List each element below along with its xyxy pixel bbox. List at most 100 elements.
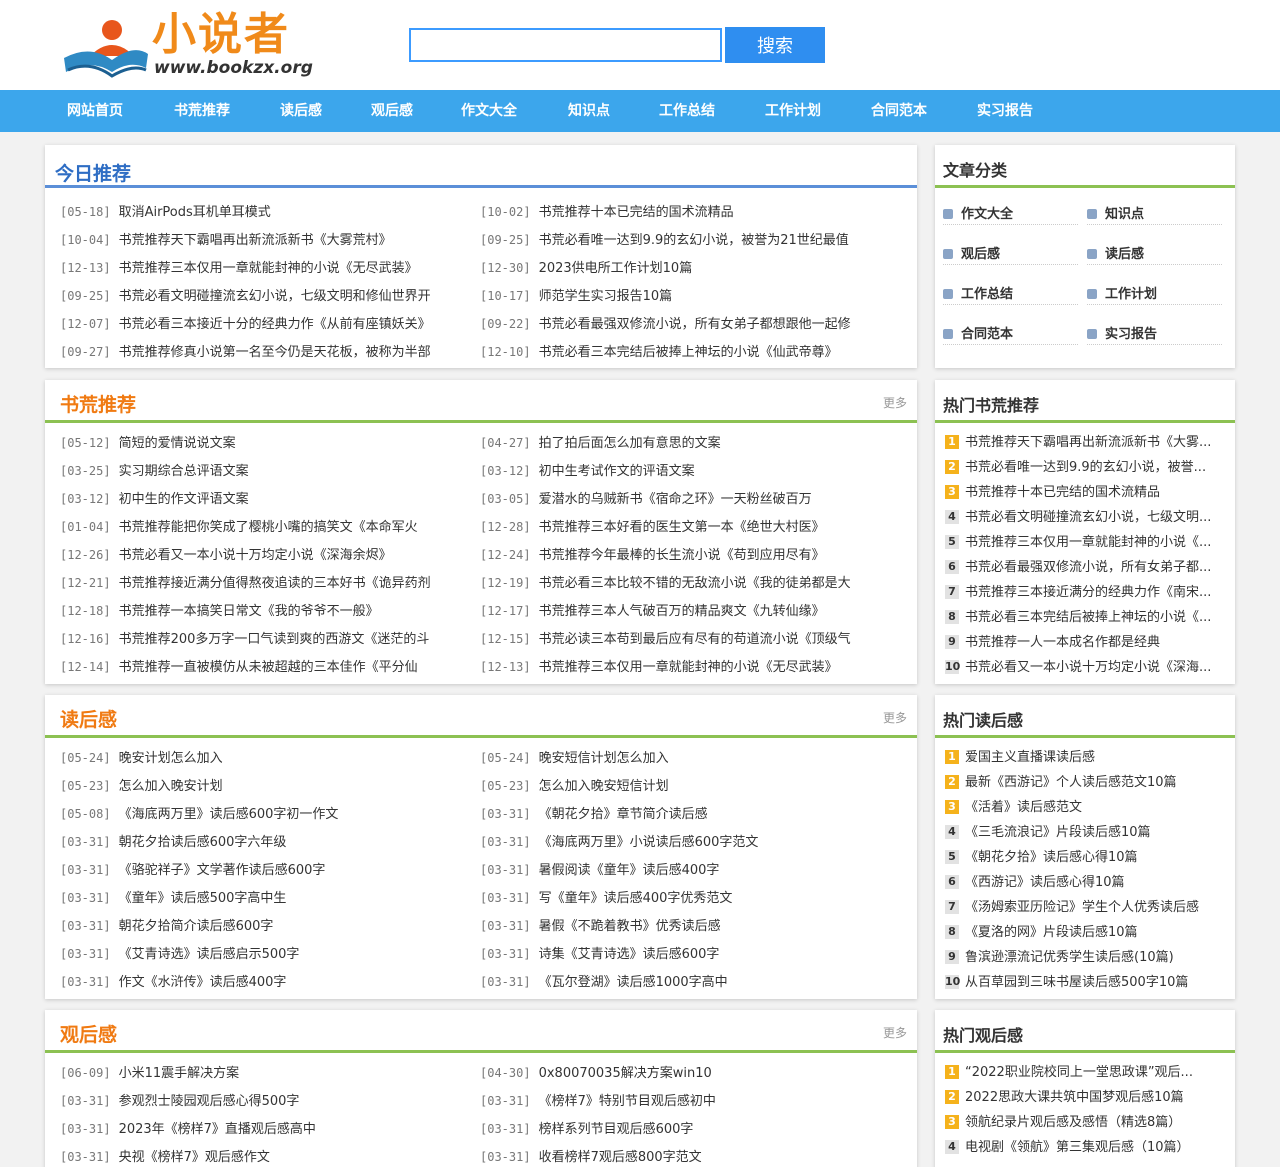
list-item[interactable]: [12-13] 书荒推荐三本仅用一章就能封神的小说《无尽武装》: [480, 658, 905, 676]
rank-item[interactable]: 3 领航纪录片观后感及感悟（精选8篇）: [945, 1114, 1213, 1132]
list-item[interactable]: [03-31] 《榜样7》特别节目观后感初中: [480, 1092, 905, 1110]
rank-item[interactable]: 1 爱国主义直播课读后感: [945, 749, 1213, 767]
list-item[interactable]: [03-31] 诗集《艾青诗选》读后感600字: [480, 945, 905, 963]
list-item[interactable]: [09-25] 书荒必看唯一达到9.9的玄幻小说，被誉为21世纪最值: [480, 231, 905, 249]
category-item[interactable]: 工作计划: [1087, 283, 1222, 305]
list-item[interactable]: [12-17] 书荒推荐三本人气破百万的精品爽文《九转仙缘》: [480, 602, 905, 620]
nav-home[interactable]: 网站首页: [67, 90, 123, 132]
category-item[interactable]: 读后感: [1087, 243, 1222, 265]
list-item[interactable]: [03-05] 爱潜水的乌贼新书《宿命之环》一天粉丝破百万: [480, 490, 905, 508]
list-item[interactable]: [03-31] 暑假阅读《童年》读后感400字: [480, 861, 905, 879]
rank-item[interactable]: 6 书荒必看最强双修流小说，所有女弟子都...: [945, 559, 1213, 577]
nav-shixi[interactable]: 实习报告: [977, 90, 1033, 132]
list-item[interactable]: [10-17] 师范学生实习报告10篇: [480, 287, 905, 305]
list-item[interactable]: [05-23] 怎么加入晚安短信计划: [480, 777, 905, 795]
category-item[interactable]: 合同范本: [943, 323, 1078, 345]
rank-item[interactable]: 8 《夏洛的网》片段读后感10篇: [945, 924, 1213, 942]
list-item[interactable]: [12-21] 书荒推荐接近满分值得熬夜追读的三本好书《诡异药剂: [60, 574, 470, 592]
category-item[interactable]: 作文大全: [943, 203, 1078, 225]
category-item[interactable]: 实习报告: [1087, 323, 1222, 345]
nav-guanhougan[interactable]: 观后感: [371, 90, 413, 132]
list-item[interactable]: [03-31] 朝花夕拾简介读后感600字: [60, 917, 470, 935]
search-button[interactable]: 搜索: [725, 27, 825, 63]
rank-item[interactable]: 9 鲁滨逊漂流记优秀学生读后感(10篇): [945, 949, 1213, 967]
list-item[interactable]: [03-12] 初中生的作文评语文案: [60, 490, 470, 508]
list-item[interactable]: [03-31] 《瓦尔登湖》读后感1000字高中: [480, 973, 905, 991]
list-item[interactable]: [05-23] 怎么加入晚安计划: [60, 777, 470, 795]
list-item[interactable]: [03-31] 《朝花夕拾》章节简介读后感: [480, 805, 905, 823]
list-item[interactable]: [12-10] 书荒必看三本完结后被捧上神坛的小说《仙武帝尊》: [480, 343, 905, 361]
site-logo[interactable]: 小说者 www.bookzx.org: [60, 10, 320, 82]
list-item[interactable]: [06-09] 小米11震手解决方案: [60, 1064, 470, 1082]
list-item[interactable]: [05-18] 取消AirPods耳机单耳模式: [60, 203, 470, 221]
list-item[interactable]: [03-31] 朝花夕拾读后感600字六年级: [60, 833, 470, 851]
list-item[interactable]: [12-30] 2023供电所工作计划10篇: [480, 259, 905, 277]
list-item[interactable]: [03-31] 央视《榜样7》观后感作文: [60, 1148, 470, 1166]
rank-item[interactable]: 4 电视剧《领航》第三集观后感（10篇）: [945, 1139, 1213, 1157]
list-item[interactable]: [03-31] 《海底两万里》小说读后感600字范文: [480, 833, 905, 851]
list-item[interactable]: [09-27] 书荒推荐修真小说第一名至今仍是天花板，被称为半部: [60, 343, 470, 361]
list-item[interactable]: [03-31] 《骆驼祥子》文学著作读后感600字: [60, 861, 470, 879]
list-item[interactable]: [03-31] 作文《水浒传》读后感400字: [60, 973, 470, 991]
list-item[interactable]: [12-26] 书荒必看又一本小说十万均定小说《深海余烬》: [60, 546, 470, 564]
list-item[interactable]: [10-04] 书荒推荐天下霸唱再出新流派新书《大雾荒村》: [60, 231, 470, 249]
list-item[interactable]: [01-04] 书荒推荐能把你笑成了樱桃小嘴的搞笑文《本命军火: [60, 518, 470, 536]
guanhougan-more-link[interactable]: 更多: [883, 1024, 907, 1041]
list-item[interactable]: [09-25] 书荒必看文明碰撞流玄幻小说，七级文明和修仙世界开: [60, 287, 470, 305]
nav-gongzuozongjie[interactable]: 工作总结: [659, 90, 715, 132]
category-item[interactable]: 观后感: [943, 243, 1078, 265]
rank-item[interactable]: 7 书荒推荐三本接近满分的经典力作《南宋...: [945, 584, 1213, 602]
list-item[interactable]: [12-14] 书荒推荐一直被模仿从未被超越的三本佳作《平分仙: [60, 658, 470, 676]
list-item[interactable]: [12-07] 书荒必看三本接近十分的经典力作《从前有座镇妖关》: [60, 315, 470, 333]
rank-item[interactable]: 1 书荒推荐天下霸唱再出新流派新书《大雾...: [945, 434, 1213, 452]
list-item[interactable]: [03-31] 收看榜样7观后感800字范文: [480, 1148, 905, 1166]
list-item[interactable]: [03-31] 参观烈士陵园观后感心得500字: [60, 1092, 470, 1110]
list-item[interactable]: [09-22] 书荒必看最强双修流小说，所有女弟子都想跟他一起修: [480, 315, 905, 333]
rank-item[interactable]: 5 书荒推荐三本仅用一章就能封神的小说《...: [945, 534, 1213, 552]
category-item[interactable]: 知识点: [1087, 203, 1222, 225]
list-item[interactable]: [12-16] 书荒推荐200多万字一口气读到爽的西游文《迷茫的斗: [60, 630, 470, 648]
list-item[interactable]: [03-31] 《童年》读后感500字高中生: [60, 889, 470, 907]
duhougan-more-link[interactable]: 更多: [883, 709, 907, 726]
list-item[interactable]: [12-15] 书荒必读三本苟到最后应有尽有的苟道流小说《顶级气: [480, 630, 905, 648]
list-item[interactable]: [12-18] 书荒推荐一本搞笑日常文《我的爷爷不一般》: [60, 602, 470, 620]
rank-item[interactable]: 4 书荒必看文明碰撞流玄幻小说，七级文明...: [945, 509, 1213, 527]
list-item[interactable]: [03-31] 榜样系列节目观后感600字: [480, 1120, 905, 1138]
rank-item[interactable]: 2 最新《西游记》个人读后感范文10篇: [945, 774, 1213, 792]
category-item[interactable]: 工作总结: [943, 283, 1078, 305]
list-item[interactable]: [05-24] 晚安计划怎么加入: [60, 749, 470, 767]
list-item[interactable]: [12-24] 书荒推荐今年最棒的长生流小说《苟到应用尽有》: [480, 546, 905, 564]
rank-item[interactable]: 7 《汤姆索亚历险记》学生个人优秀读后感: [945, 899, 1213, 917]
nav-zuowen[interactable]: 作文大全: [461, 90, 517, 132]
list-item[interactable]: [03-31] 暑假《不跪着教书》优秀读后感: [480, 917, 905, 935]
rank-item[interactable]: 10 从百草园到三味书屋读后感500字10篇: [945, 974, 1213, 992]
list-item[interactable]: [12-19] 书荒必看三本比较不错的无敌流小说《我的徒弟都是大: [480, 574, 905, 592]
search-input[interactable]: [409, 28, 722, 62]
list-item[interactable]: [10-02] 书荒推荐十本已完结的国术流精品: [480, 203, 905, 221]
nav-shuhuang[interactable]: 书荒推荐: [174, 90, 230, 132]
list-item[interactable]: [05-08] 《海底两万里》读后感600字初一作文: [60, 805, 470, 823]
list-item[interactable]: [03-25] 实习期综合总评语文案: [60, 462, 470, 480]
rank-item[interactable]: 9 书荒推荐一人一本成名作都是经典: [945, 634, 1213, 652]
list-item[interactable]: [03-31] 2023年《榜样7》直播观后感高中: [60, 1120, 470, 1138]
rank-item[interactable]: 5 《朝花夕拾》读后感心得10篇: [945, 849, 1213, 867]
rank-item[interactable]: 2 书荒必看唯一达到9.9的玄幻小说，被誉...: [945, 459, 1213, 477]
nav-zhishidian[interactable]: 知识点: [568, 90, 610, 132]
list-item[interactable]: [12-28] 书荒推荐三本好看的医生文第一本《绝世大村医》: [480, 518, 905, 536]
list-item[interactable]: [04-27] 拍了拍后面怎么加有意思的文案: [480, 434, 905, 452]
rank-item[interactable]: 2 2022思政大课共筑中国梦观后感10篇: [945, 1089, 1213, 1107]
nav-duhougan[interactable]: 读后感: [280, 90, 322, 132]
list-item[interactable]: [12-13] 书荒推荐三本仅用一章就能封神的小说《无尽武装》: [60, 259, 470, 277]
list-item[interactable]: [05-24] 晚安短信计划怎么加入: [480, 749, 905, 767]
rank-item[interactable]: 3 书荒推荐十本已完结的国术流精品: [945, 484, 1213, 502]
list-item[interactable]: [04-30] 0x80070035解决方案win10: [480, 1064, 905, 1082]
list-item[interactable]: [03-12] 初中生考试作文的评语文案: [480, 462, 905, 480]
rank-item[interactable]: 6 《西游记》读后感心得10篇: [945, 874, 1213, 892]
rank-item[interactable]: 1 “2022职业院校同上一堂思政课”观后...: [945, 1064, 1213, 1082]
list-item[interactable]: [05-12] 简短的爱情说说文案: [60, 434, 470, 452]
shuhuang-more-link[interactable]: 更多: [883, 394, 907, 411]
rank-item[interactable]: 4 《三毛流浪记》片段读后感10篇: [945, 824, 1213, 842]
nav-gongzuojihua[interactable]: 工作计划: [765, 90, 821, 132]
list-item[interactable]: [03-31] 《艾青诗选》读后感启示500字: [60, 945, 470, 963]
rank-item[interactable]: 8 书荒必看三本完结后被捧上神坛的小说《...: [945, 609, 1213, 627]
